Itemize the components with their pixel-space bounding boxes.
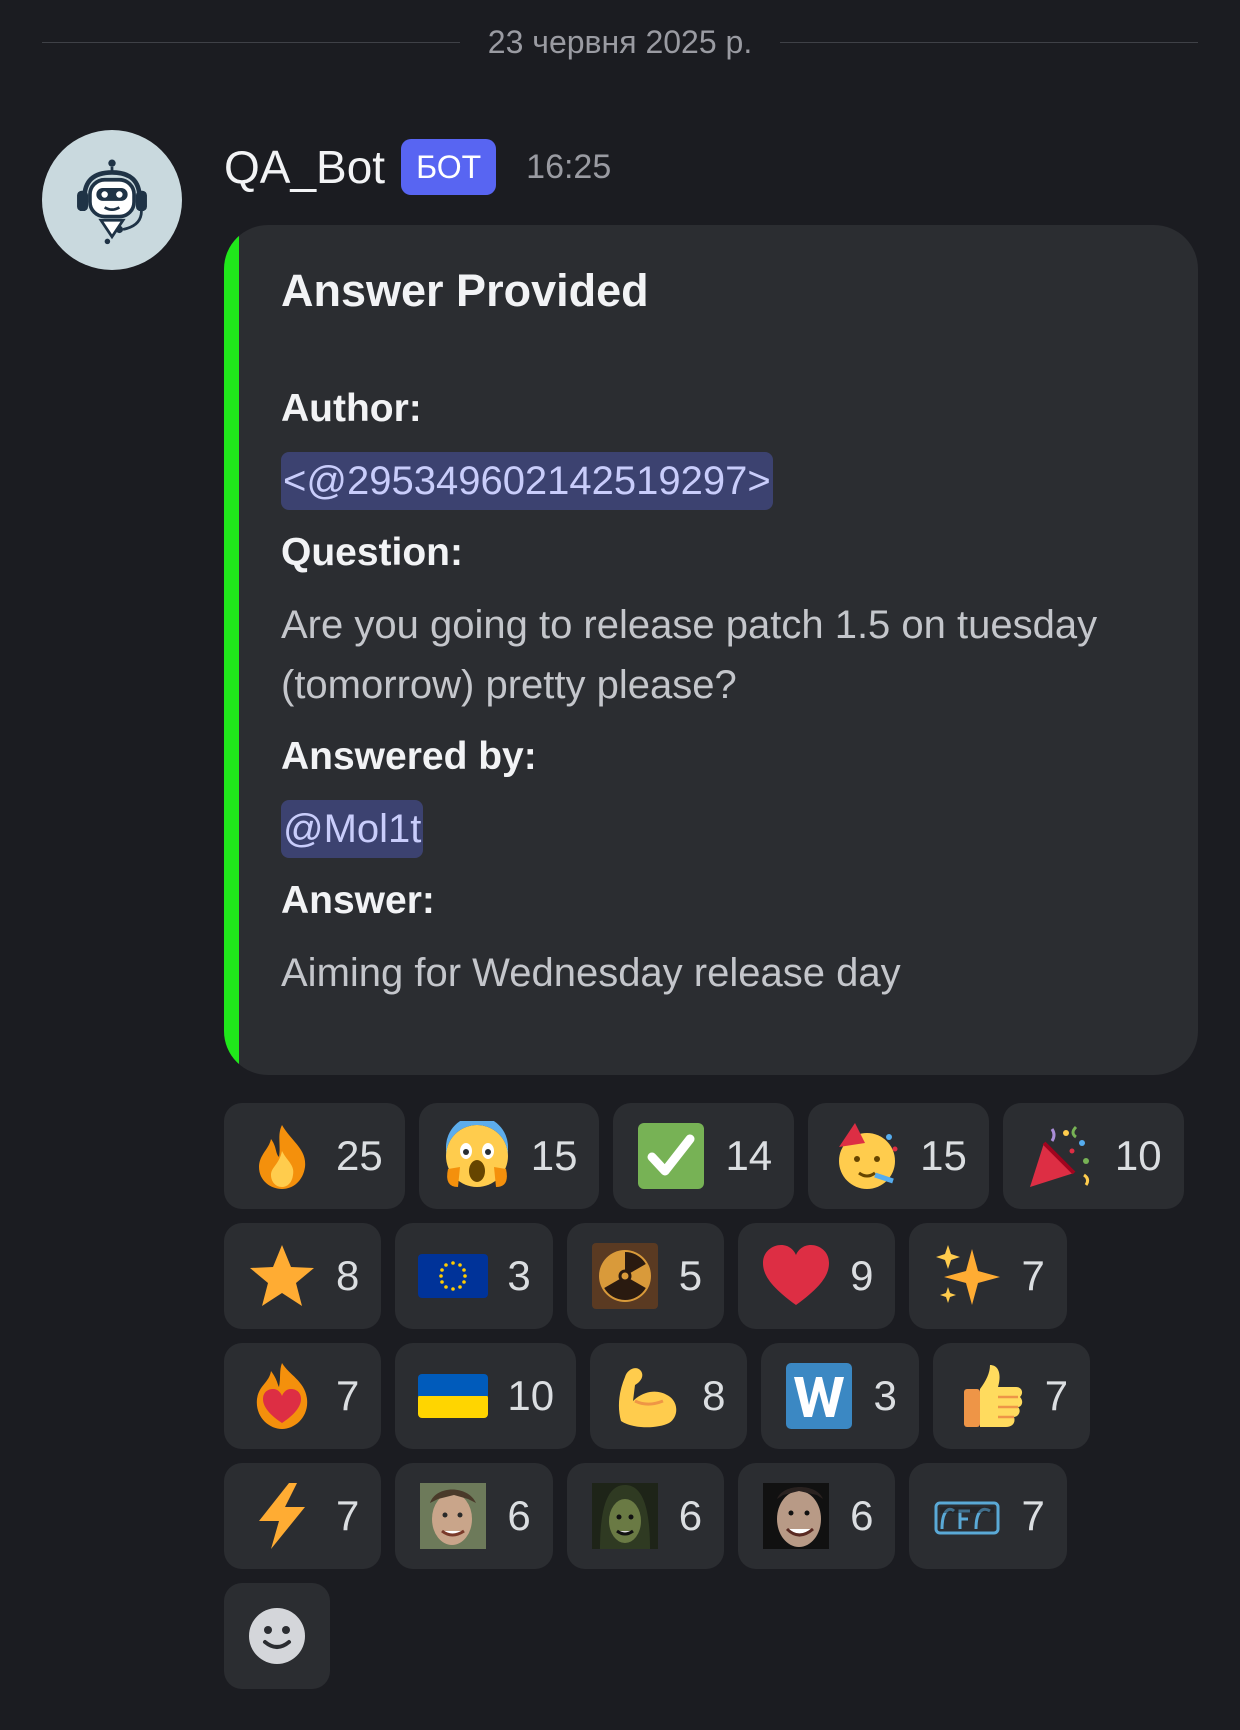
reaction-row [224,1583,1204,1689]
embed-card: Answer Provided Author: <@29534960214251… [224,225,1198,1075]
reaction-row: 25 15 14 15 10 [224,1103,1204,1209]
reaction-partying-face[interactable]: 15 [808,1103,989,1209]
reaction-count: 6 [850,1492,874,1539]
reaction-star[interactable]: 8 [224,1223,382,1329]
message-header: QA_Bot БОТ 16:25 [224,132,611,202]
sparkles-icon [936,1245,1001,1305]
answerer-mention[interactable]: @Mol1t [281,800,424,858]
flexed-biceps-icon [618,1368,677,1428]
divider-right [780,41,1198,43]
divider-left [42,41,460,43]
reaction-flexed-biceps[interactable]: 8 [590,1343,748,1449]
reaction-custom-face-2[interactable]: 6 [566,1463,725,1569]
star-icon [250,1245,314,1306]
reaction-sparkles[interactable]: 7 [909,1223,1067,1329]
reaction-count: 15 [530,1132,578,1179]
reaction-fire[interactable]: 25 [224,1103,405,1209]
field-author-label: Author: [281,387,422,430]
add-reaction-smiley-icon [249,1608,305,1664]
field-answered-by-label: Answered by: [281,735,537,778]
custom-logo-icon [934,1501,1000,1535]
reaction-count: 7 [1021,1252,1045,1299]
reaction-count: 25 [336,1132,383,1179]
letter-w-icon [786,1363,853,1429]
username[interactable]: QA_Bot [224,140,385,194]
check-mark-icon [638,1123,705,1189]
field-answer-label: Answer: [281,879,435,922]
reaction-row: 8 3 5 9 7 [224,1223,1204,1329]
avatar[interactable] [42,130,182,270]
partying-face-icon [839,1123,898,1189]
lightning-icon [259,1483,305,1549]
reaction-count: 7 [1021,1492,1045,1539]
reaction-count: 10 [1114,1132,1162,1179]
field-question-label: Question: [281,531,463,574]
reaction-custom-face-3[interactable]: 6 [738,1463,896,1569]
reaction-lightning[interactable]: 7 [224,1463,382,1569]
fire-icon [259,1125,306,1189]
timestamp[interactable]: 16:25 [526,148,611,187]
field-answered-by-value: @Mol1t [281,799,1158,859]
reaction-custom-logo[interactable]: 7 [909,1463,1067,1569]
field-answer-value: Aiming for Wednesday release day [281,951,901,995]
eu-flag-icon [418,1254,489,1298]
reaction-heart-on-fire[interactable]: 7 [224,1343,382,1449]
custom-face-1-icon [420,1483,487,1549]
reaction-row: 7 10 8 3 7 [224,1343,1204,1449]
reaction-row: 7 6 6 6 7 [224,1463,1204,1569]
field-question-value: Are you going to release patch 1.5 on tu… [281,603,1098,707]
reaction-count: 15 [920,1132,967,1179]
custom-face-2-icon [591,1483,658,1549]
reaction-count: 8 [336,1252,360,1299]
custom-face-3-icon [763,1483,830,1549]
bot-badge: БОТ [401,139,497,195]
reaction-heart[interactable]: 9 [738,1223,896,1329]
face-screaming-icon [445,1121,508,1187]
reaction-radiation[interactable]: 5 [566,1223,725,1329]
field-author-value: <@295349602142519297> [281,451,1158,511]
reaction-check[interactable]: 14 [613,1103,795,1209]
robot-headset-icon [77,159,147,245]
reaction-party-popper[interactable]: 10 [1002,1103,1184,1209]
reaction-letter-w[interactable]: 3 [761,1343,919,1449]
reaction-custom-face-1[interactable]: 6 [395,1463,553,1569]
reaction-count: 8 [702,1372,726,1419]
radiation-icon [591,1243,658,1309]
embed-title: Answer Provided [281,265,649,316]
heart-icon [763,1245,830,1305]
reactions-bar: 25 15 14 15 10 8 3 5 9 7 7 10 8 3 7 7 6 … [224,1103,1204,1703]
reaction-eu-flag[interactable]: 3 [395,1223,553,1329]
add-reaction-button[interactable] [224,1583,330,1689]
reaction-count: 5 [678,1252,703,1299]
reaction-thumbs-up[interactable]: 7 [932,1343,1091,1449]
embed-accent-bar [224,225,239,1075]
ukraine-flag-icon [418,1374,489,1418]
reaction-count: 6 [678,1492,703,1539]
reaction-count: 9 [850,1252,874,1299]
reaction-count: 3 [507,1252,531,1299]
reaction-count: 7 [336,1372,360,1419]
reaction-count: 7 [336,1492,360,1539]
reaction-count: 10 [507,1372,555,1419]
reaction-scream[interactable]: 15 [418,1103,600,1209]
reaction-count: 14 [725,1132,773,1179]
reaction-count: 6 [507,1492,531,1539]
date-label: 23 червня 2025 р. [487,23,753,60]
heart-on-fire-icon [256,1363,308,1429]
author-mention[interactable]: <@295349602142519297> [281,452,773,510]
reaction-count: 7 [1044,1372,1069,1419]
party-popper-icon [1029,1125,1089,1187]
reaction-ukraine-flag[interactable]: 10 [395,1343,577,1449]
thumbs-up-icon [963,1365,1022,1427]
date-separator: 23 червня 2025 р. [42,22,1198,62]
reaction-count: 3 [873,1372,897,1419]
